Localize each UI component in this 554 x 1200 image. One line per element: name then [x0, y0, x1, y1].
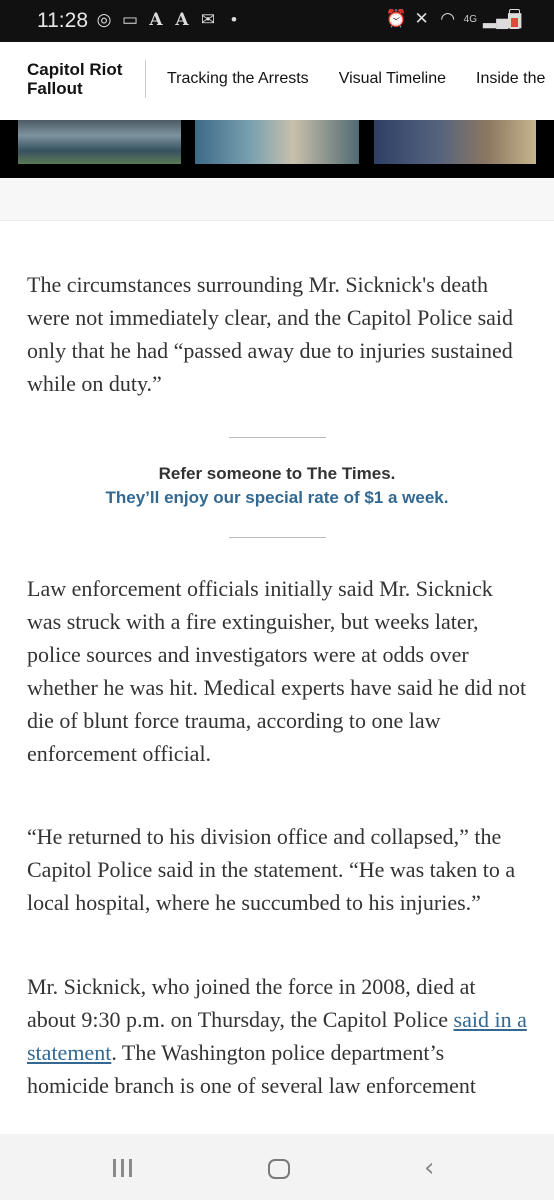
dot-icon: •	[231, 10, 237, 29]
ad-spacer	[0, 178, 554, 221]
article-paragraph: Law enforcement officials initially said…	[27, 576, 527, 766]
divider	[229, 537, 326, 538]
nav-link-tracking[interactable]: Tracking the Arrests	[167, 70, 309, 88]
brand-divider	[145, 60, 146, 98]
mute-icon: ✕	[414, 9, 429, 28]
nav-link-inside[interactable]: Inside the	[476, 70, 545, 88]
wifi-icon: ◠	[440, 9, 456, 28]
sync-icon: ◎	[96, 10, 112, 29]
recents-icon[interactable]	[113, 1159, 132, 1177]
status-time: 11:28	[37, 9, 88, 32]
back-icon[interactable]: ‹	[424, 1153, 434, 1183]
alarm-icon: ⏰	[385, 9, 407, 28]
message-icon: ▭	[121, 10, 139, 29]
network-label: 4G	[463, 13, 477, 25]
status-bar: 11:28 ◎ ▭ A A ✉ • ⏰ ✕ ◠ 4G ▂▄▆	[0, 0, 554, 42]
ad-thumbnail[interactable]	[195, 120, 359, 164]
article-paragraph: The circumstances surrounding Mr. Sickni…	[27, 272, 514, 396]
ad-thumbnail[interactable]	[374, 120, 536, 164]
system-icons: ⏰ ✕ ◠ 4G ▂▄▆	[385, 9, 522, 29]
promo-title[interactable]: Refer someone to The Times.	[0, 464, 554, 484]
article-paragraph: “He returned to his division office and …	[27, 824, 516, 915]
brand-line1: Capitol Riot	[27, 60, 123, 79]
notification-icons: ◎ ▭ A A ✉ •	[94, 10, 244, 30]
divider	[229, 437, 326, 438]
mail-icon: ✉	[200, 10, 216, 29]
font-a-icon: A	[175, 10, 189, 30]
promo-subtitle-link[interactable]: They’ll enjoy our special rate of $1 a w…	[0, 488, 554, 508]
ad-photo-strip	[0, 120, 554, 178]
nav-links: Tracking the Arrests Visual Timeline Ins…	[167, 70, 554, 88]
home-icon[interactable]	[268, 1159, 290, 1179]
paragraph-text: Mr. Sicknick, who joined the force in 20…	[27, 974, 476, 1032]
section-brand[interactable]: Capitol Riot Fallout	[27, 60, 122, 98]
brand-line2: Fallout	[27, 79, 83, 98]
battery-icon	[509, 9, 520, 29]
font-a-icon: A	[149, 10, 163, 30]
signal-icon: ▂▄▆	[483, 9, 522, 28]
section-navbar: Capitol Riot Fallout Tracking the Arrest…	[0, 42, 554, 121]
ad-thumbnail[interactable]	[18, 120, 181, 164]
nav-link-timeline[interactable]: Visual Timeline	[339, 70, 446, 88]
android-nav-bar: ‹	[0, 1134, 554, 1200]
article-paragraph: Mr. Sicknick, who joined the force in 20…	[27, 970, 527, 1102]
